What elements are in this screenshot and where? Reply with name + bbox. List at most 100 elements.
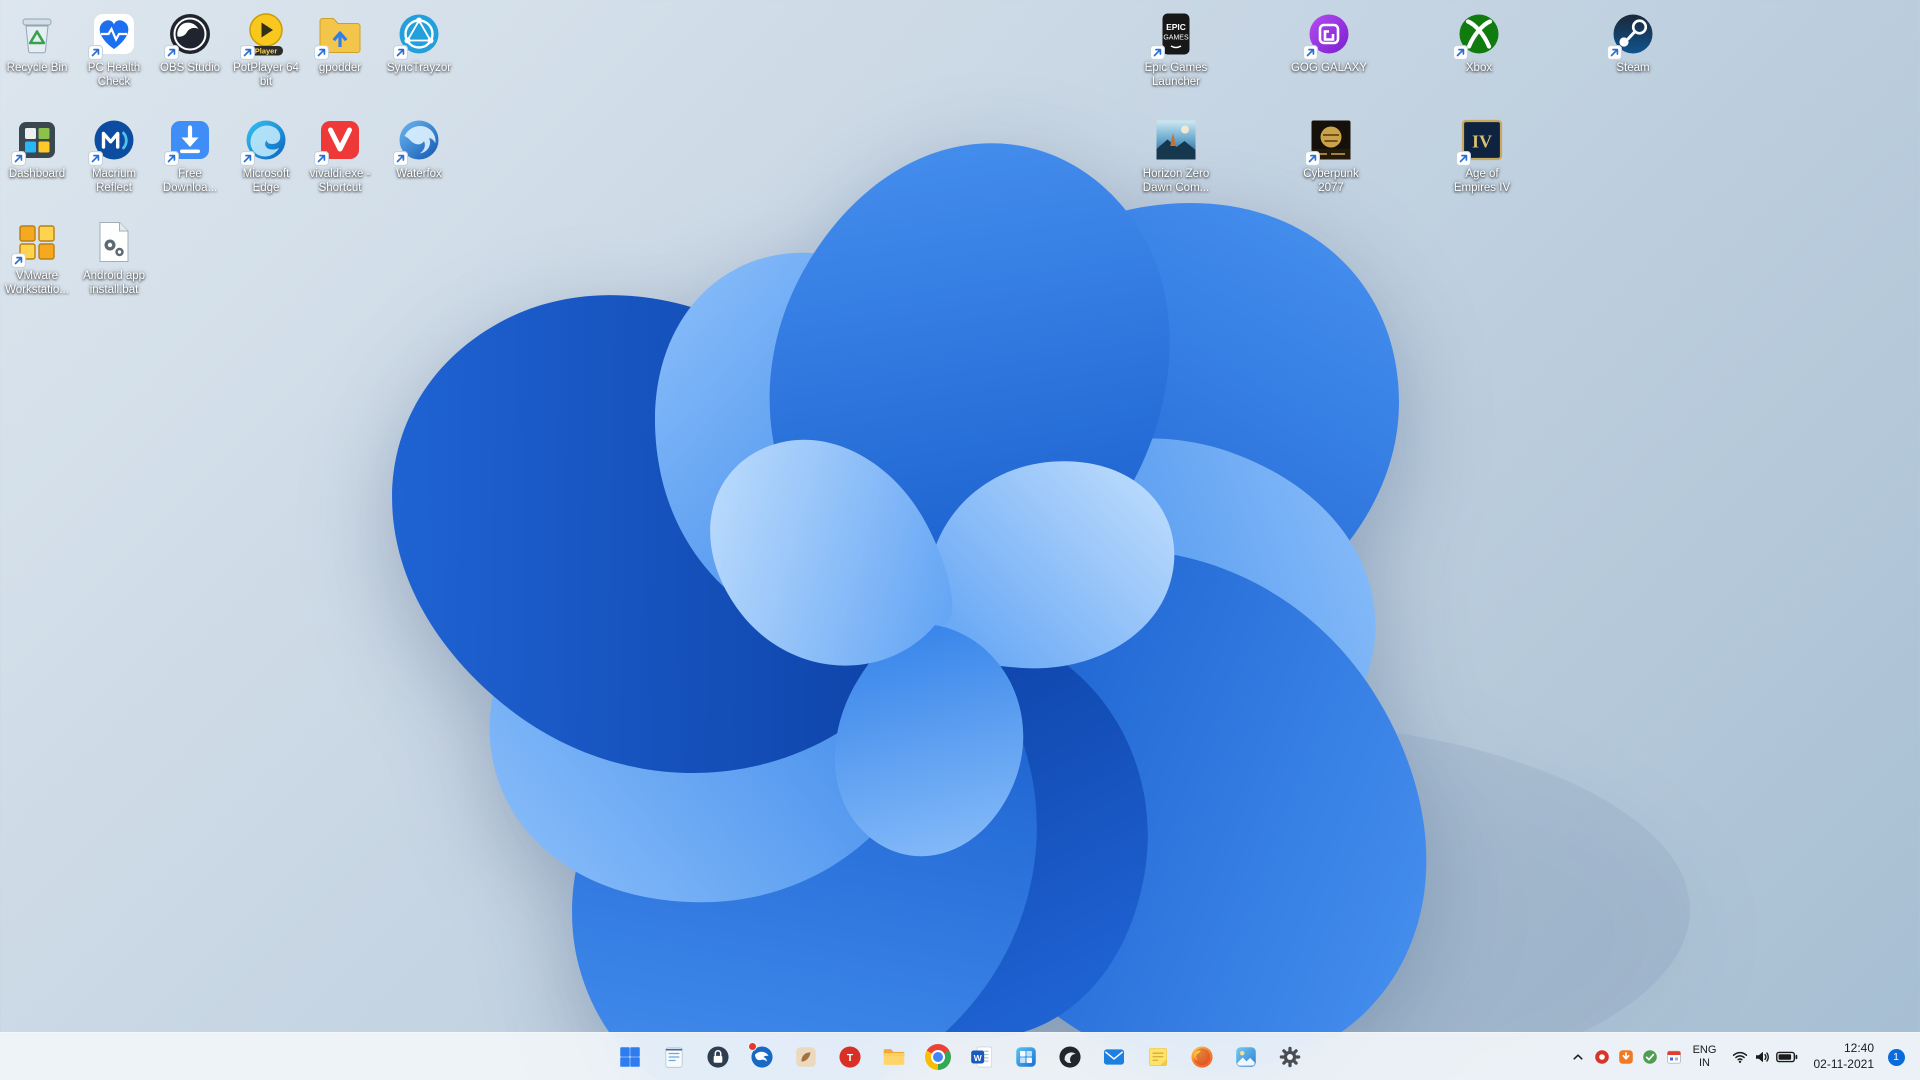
taskbar-thunderbird-button[interactable]: [742, 1037, 782, 1077]
desktop-icon-gpodder[interactable]: gpodder: [295, 10, 385, 75]
shortcut-arrow-icon: [1453, 45, 1468, 60]
steam-icon: [1607, 10, 1657, 60]
tray-chevron-button[interactable]: [1566, 1037, 1590, 1077]
gog-icon: [1303, 10, 1353, 60]
epic-icon: EPIC GAMES: [1150, 10, 1200, 60]
desktop-icon-label: Android app install.bat: [82, 270, 146, 297]
taskbar-tan-app-button[interactable]: [786, 1037, 826, 1077]
desktop-icon-label: Free Downloa...: [162, 168, 218, 195]
volume-icon: [1754, 1049, 1770, 1065]
taskbar-notepad-button[interactable]: [654, 1037, 694, 1077]
taskbar-start-button[interactable]: [610, 1037, 650, 1077]
taskbar-word-button[interactable]: W: [962, 1037, 1002, 1077]
shortcut-arrow-icon: [1303, 45, 1318, 60]
desktop-icon-label: vivaldi.exe - Shortcut: [309, 168, 371, 195]
shortcut-arrow-icon: [11, 253, 26, 268]
desktop-icon-label: Microsoft Edge: [242, 168, 290, 195]
notification-center-button[interactable]: 1: [1882, 1037, 1910, 1077]
waterfox-icon: [393, 116, 443, 166]
desktop-icon-xbox[interactable]: Xbox: [1434, 10, 1524, 75]
cyberpunk-icon: [1305, 116, 1355, 166]
taskbar-firefox-button[interactable]: [1182, 1037, 1222, 1077]
desktop-icon-gog[interactable]: GOG GALAXY: [1284, 10, 1374, 75]
pc-health-icon: [88, 10, 138, 60]
shortcut-arrow-icon: [11, 151, 26, 166]
wifi-icon: [1732, 1049, 1748, 1065]
desktop-icon-steam[interactable]: Steam: [1588, 10, 1678, 75]
tray-calendar-button[interactable]: [1662, 1037, 1686, 1077]
taskbar-t-app-button[interactable]: T: [830, 1037, 870, 1077]
taskbar-sticky-notes-button[interactable]: [1138, 1037, 1178, 1077]
svg-text:T: T: [847, 1053, 854, 1064]
taskbar-settings-button[interactable]: [1270, 1037, 1310, 1077]
xbox-icon: [1453, 10, 1503, 60]
shortcut-arrow-icon: [240, 151, 255, 166]
shortcut-arrow-icon: [1456, 151, 1471, 166]
desktop-icon-vivaldi[interactable]: vivaldi.exe - Shortcut: [295, 116, 385, 196]
notification-count-badge: 1: [1887, 1048, 1905, 1066]
tray-green-button[interactable]: [1638, 1037, 1662, 1077]
taskbar-file-explorer-button[interactable]: [874, 1037, 914, 1077]
desktop-icon-label: Xbox: [1465, 62, 1493, 74]
clock[interactable]: 12:40 02-11-2021: [1806, 1037, 1883, 1077]
desktop-icon-label: OBS Studio: [159, 62, 221, 74]
tray-red-button[interactable]: [1590, 1037, 1614, 1077]
svg-text:IV: IV: [1472, 132, 1492, 152]
tray-calendar-icon: [1666, 1049, 1682, 1065]
tray-red-icon: [1594, 1049, 1610, 1065]
desktop-icon-label: GOG GALAXY: [1290, 62, 1368, 74]
obs-icon: [164, 10, 214, 60]
tray-icons: [1590, 1037, 1686, 1077]
desktop-icon-android-bat[interactable]: Android app install.bat: [69, 218, 159, 298]
system-tray: ENG IN 12:40 02-11-2021 1: [1566, 1033, 1920, 1080]
taskbar-blue-tiles-button[interactable]: [1006, 1037, 1046, 1077]
synctrayzor-icon: [393, 10, 443, 60]
shortcut-arrow-icon: [164, 45, 179, 60]
desktop-icon-label: Age of Empires IV: [1453, 168, 1511, 195]
macrium-icon: [88, 116, 138, 166]
svg-text:Player: Player: [255, 46, 278, 55]
desktop-icon-waterfox[interactable]: Waterfox: [374, 116, 464, 181]
language-indicator[interactable]: ENG IN: [1686, 1037, 1724, 1077]
battery-icon: [1775, 1051, 1798, 1063]
taskbar-photos-button[interactable]: [1226, 1037, 1266, 1077]
shortcut-arrow-icon: [88, 45, 103, 60]
chrome-logo: [925, 1044, 951, 1070]
desktop-icon-cyberpunk[interactable]: Cyberpunk 2077: [1286, 116, 1376, 196]
vmware-icon: [11, 218, 61, 268]
desktop-icon-layer[interactable]: Recycle Bin PC Health Check OBS Studio P…: [0, 0, 1920, 1032]
desktop-icon-epic[interactable]: EPIC GAMES Epic Games Launcher: [1131, 10, 1221, 90]
tray-orange-button[interactable]: [1614, 1037, 1638, 1077]
svg-text:W: W: [974, 1053, 982, 1063]
desktop-icon-label: gpodder: [318, 62, 362, 74]
taskbar-dark-browser-button[interactable]: [1050, 1037, 1090, 1077]
tray-orange-icon: [1618, 1049, 1634, 1065]
status-icons-button[interactable]: [1724, 1037, 1806, 1077]
chevron-up-icon: [1570, 1049, 1586, 1065]
clock-date: 02-11-2021: [1813, 1057, 1875, 1071]
gpodder-icon: [314, 10, 364, 60]
svg-text:EPIC: EPIC: [1166, 22, 1186, 32]
desktop-icon-synctrayzor[interactable]: SyncTrayzor: [374, 10, 464, 75]
potplayer-icon: Player: [240, 10, 290, 60]
language-line1: ENG: [1692, 1043, 1717, 1056]
desktop-icon-label: Recycle Bin: [6, 62, 68, 74]
taskbar-mail-button[interactable]: [1094, 1037, 1134, 1077]
language-line2: IN: [1699, 1057, 1710, 1069]
clock-time: 12:40: [1843, 1041, 1874, 1056]
shortcut-arrow-icon: [1607, 45, 1622, 60]
notification-dot: [748, 1042, 757, 1051]
desktop-icon-aoe4[interactable]: IV Age of Empires IV: [1437, 116, 1527, 196]
shortcut-arrow-icon: [1150, 45, 1165, 60]
desktop-icon-label: Dashboard: [8, 168, 66, 180]
taskbar-lock-app-button[interactable]: [698, 1037, 738, 1077]
desktop-icon-label: Epic Games Launcher: [1144, 62, 1208, 89]
shortcut-arrow-icon: [88, 151, 103, 166]
desktop-icon-horizon[interactable]: Horizon Zero Dawn Com...: [1131, 116, 1221, 196]
desktop-icon-label: SyncTrayzor: [386, 62, 452, 74]
desktop-icon-label: Steam: [1616, 62, 1650, 74]
desktop-icon-label: Macrium Reflect: [91, 168, 137, 195]
taskbar-chrome-button[interactable]: [918, 1037, 958, 1077]
taskbar: T W ENG IN 12:40 02-11-2021 1: [0, 1032, 1920, 1080]
desktop-icon-label: Cyberpunk 2077: [1303, 168, 1359, 195]
